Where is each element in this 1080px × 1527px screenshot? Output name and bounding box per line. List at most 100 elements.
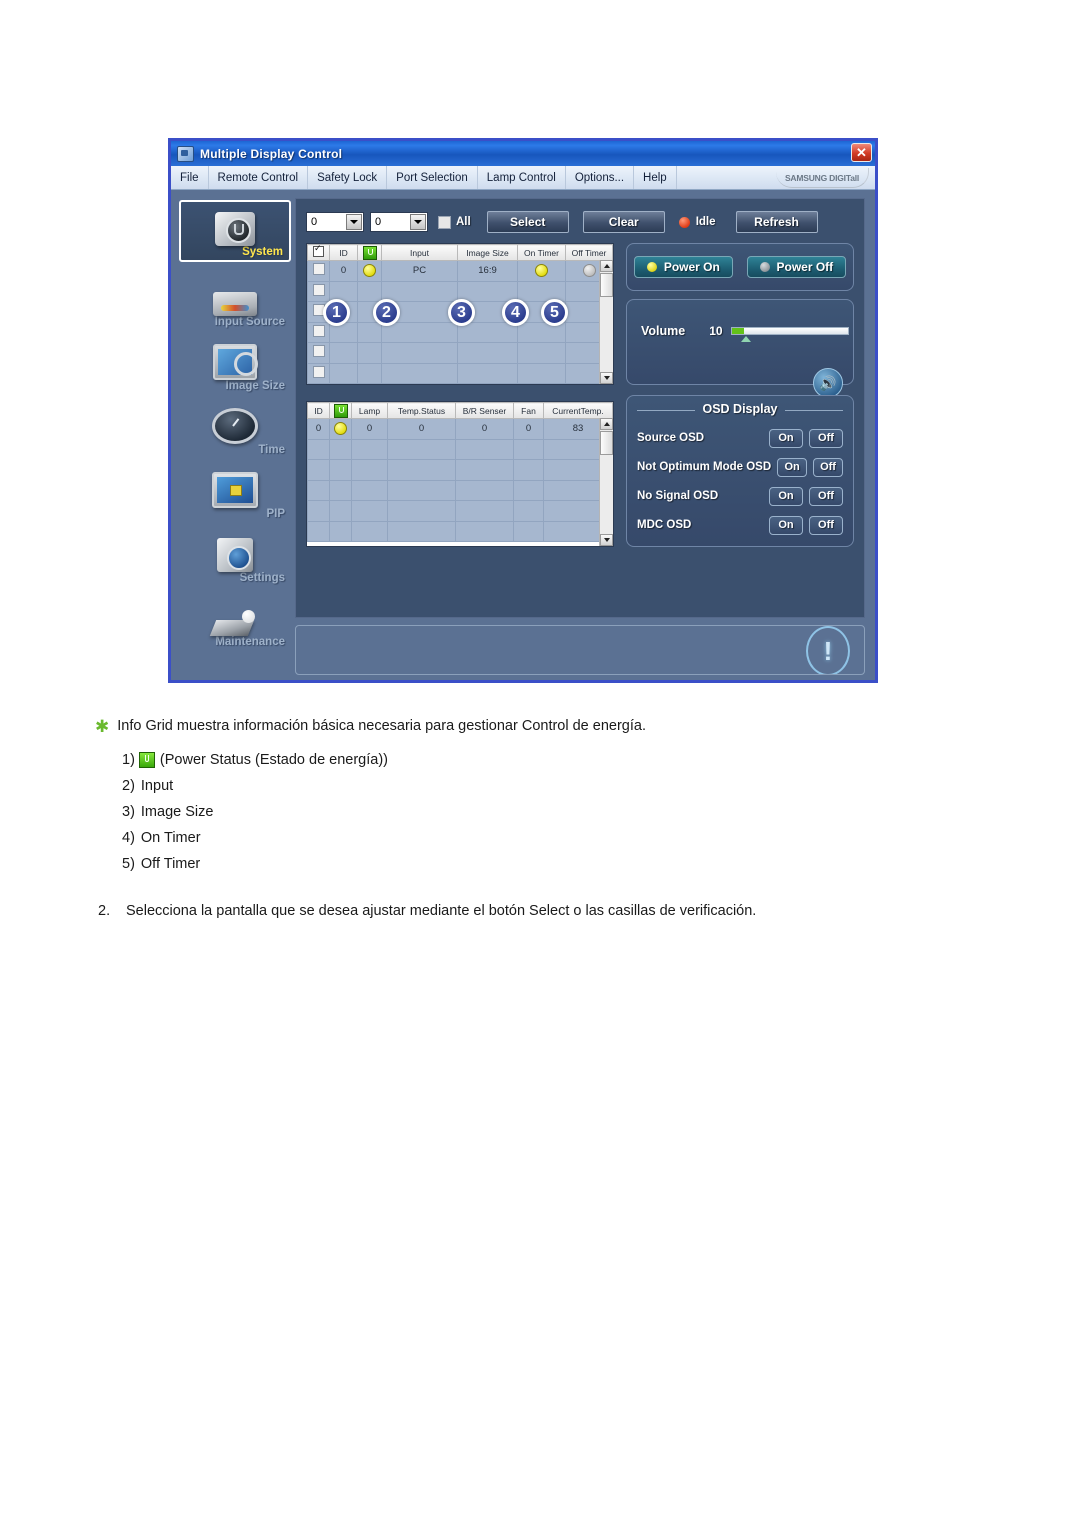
callout-3: 3: [448, 299, 475, 326]
led-gray-icon: [582, 264, 596, 278]
mdc-osd-off-button[interactable]: Off: [809, 515, 843, 535]
info-grid-scrollbar[interactable]: [599, 260, 613, 384]
cell-id: 0: [307, 418, 330, 440]
power-on-button[interactable]: Power On: [633, 256, 733, 278]
id-to-value: 0: [375, 216, 382, 228]
scroll-down-icon[interactable]: [600, 534, 613, 546]
id-from-dropdown[interactable]: 0: [306, 212, 364, 232]
menu-item-help[interactable]: Help: [634, 166, 677, 189]
volume-row: Volume 10: [641, 324, 849, 342]
table-row[interactable]: [307, 438, 613, 460]
no-signal-osd-off-button[interactable]: Off: [809, 486, 843, 506]
cell-input: PC: [381, 260, 458, 282]
lamp-grid-table: ID Lamp Temp.Status B/R Senser Fan Curre…: [307, 402, 613, 542]
menu-item-lamp-control[interactable]: Lamp Control: [478, 166, 566, 189]
menu-bar: File Remote Control Safety Lock Port Sel…: [171, 166, 875, 190]
sidebar-item-time[interactable]: Time: [179, 394, 291, 458]
column-header-off-timer: Off Timer: [565, 244, 613, 261]
row-checkbox-cell[interactable]: [307, 260, 330, 282]
table-row[interactable]: [307, 500, 613, 522]
cell-image-size: 16:9: [457, 260, 518, 282]
numbered-list: 1) (Power Status (Estado de energía)) 2)…: [122, 747, 995, 877]
scroll-up-icon[interactable]: [600, 260, 613, 272]
checkbox-icon: [438, 215, 451, 229]
exclamation-icon: !: [806, 626, 850, 674]
mdc-osd-on-button[interactable]: On: [769, 515, 803, 535]
power-on-label: Power On: [663, 260, 720, 274]
select-all-header[interactable]: [307, 244, 330, 261]
list-item-label: Off Timer: [140, 856, 201, 872]
scroll-up-icon[interactable]: [600, 418, 613, 430]
sidebar-item-pip[interactable]: PIP: [179, 458, 291, 522]
sidebar-item-label: System: [242, 246, 283, 258]
cell-power: [329, 418, 352, 440]
osd-row-source: Source OSD On Off: [637, 426, 843, 450]
sidebar-item-maintenance[interactable]: Maintenance: [179, 586, 291, 650]
lamp-grid-scrollbar[interactable]: [599, 418, 613, 546]
app-icon: [177, 145, 194, 162]
lamp-grid[interactable]: ID Lamp Temp.Status B/R Senser Fan Curre…: [306, 401, 614, 547]
select-button[interactable]: Select: [486, 211, 569, 233]
osd-display-panel: OSD Display Source OSD On Off Not Optimu…: [626, 395, 854, 547]
osd-row-mdc: MDC OSD On Off: [637, 513, 843, 537]
row-checkbox-cell[interactable]: [307, 342, 330, 364]
row-checkbox-cell[interactable]: [307, 321, 330, 343]
not-optimum-osd-on-button[interactable]: On: [777, 457, 808, 477]
table-row[interactable]: [307, 520, 613, 542]
table-row[interactable]: 0 0 0 0 0 83: [307, 418, 613, 440]
all-checkbox-label: All: [456, 216, 471, 228]
clear-button[interactable]: Clear: [582, 211, 665, 233]
table-row[interactable]: [307, 362, 613, 384]
sidebar-item-label: Maintenance: [215, 636, 285, 648]
power-off-button[interactable]: Power Off: [746, 256, 847, 278]
scrollbar-thumb[interactable]: [600, 273, 613, 297]
menu-item-remote-control[interactable]: Remote Control: [209, 166, 309, 189]
table-row[interactable]: [307, 479, 613, 501]
input-source-icon: [213, 292, 257, 316]
speaker-icon[interactable]: 🔊: [813, 368, 843, 398]
led-yellow-icon: [535, 264, 548, 278]
table-row[interactable]: 0 PC 16:9: [307, 260, 613, 282]
list-item-number: 4): [122, 830, 135, 846]
sidebar-item-input-source[interactable]: Input Source: [179, 266, 291, 330]
all-checkbox[interactable]: All: [438, 215, 471, 229]
window-body: System Input Source Image Size Time PIP: [171, 190, 875, 681]
table-row[interactable]: [307, 342, 613, 364]
refresh-button[interactable]: Refresh: [735, 211, 818, 233]
id-to-dropdown[interactable]: 0: [370, 212, 428, 232]
status-dot-icon: [678, 216, 690, 228]
scrollbar-thumb[interactable]: [600, 431, 613, 455]
menu-item-port-selection[interactable]: Port Selection: [387, 166, 478, 189]
osd-label-no-signal: No Signal OSD: [637, 490, 719, 502]
volume-label: Volume: [641, 324, 686, 338]
menu-item-safety-lock[interactable]: Safety Lock: [308, 166, 388, 189]
sidebar-item-label: Input Source: [214, 316, 285, 328]
close-icon[interactable]: ✕: [851, 143, 872, 162]
toolbar: 0 0 All Select Clear Idle Refresh: [306, 209, 854, 235]
sidebar-item-settings[interactable]: Settings: [179, 522, 291, 586]
volume-slider[interactable]: [730, 327, 849, 342]
not-optimum-osd-off-button[interactable]: Off: [813, 457, 843, 477]
volume-slider-handle[interactable]: [740, 336, 751, 342]
list-item-label: Image Size: [140, 804, 214, 820]
sidebar-item-system[interactable]: System: [179, 200, 291, 262]
row-checkbox-cell[interactable]: [307, 362, 330, 384]
list-item: 2) Input: [122, 773, 995, 799]
menu-item-file[interactable]: File: [171, 166, 209, 189]
chevron-down-icon[interactable]: [410, 214, 426, 230]
asterisk-icon: ✱: [95, 717, 110, 736]
menu-item-options[interactable]: Options...: [566, 166, 635, 189]
scroll-down-icon[interactable]: [600, 372, 613, 384]
list-item-number: 2): [122, 778, 135, 794]
source-osd-on-button[interactable]: On: [769, 428, 803, 448]
source-osd-off-button[interactable]: Off: [809, 428, 843, 448]
callout-2: 2: [373, 299, 400, 326]
sidebar-item-label: PIP: [266, 508, 285, 520]
cell-power: [357, 260, 382, 282]
sidebar-item-image-size[interactable]: Image Size: [179, 330, 291, 394]
row-checkbox-cell[interactable]: [307, 280, 330, 302]
table-row[interactable]: [307, 459, 613, 481]
no-signal-osd-on-button[interactable]: On: [769, 486, 803, 506]
chevron-down-icon[interactable]: [346, 214, 362, 230]
document-text: ✱ Info Grid muestra información básica n…: [95, 718, 995, 877]
